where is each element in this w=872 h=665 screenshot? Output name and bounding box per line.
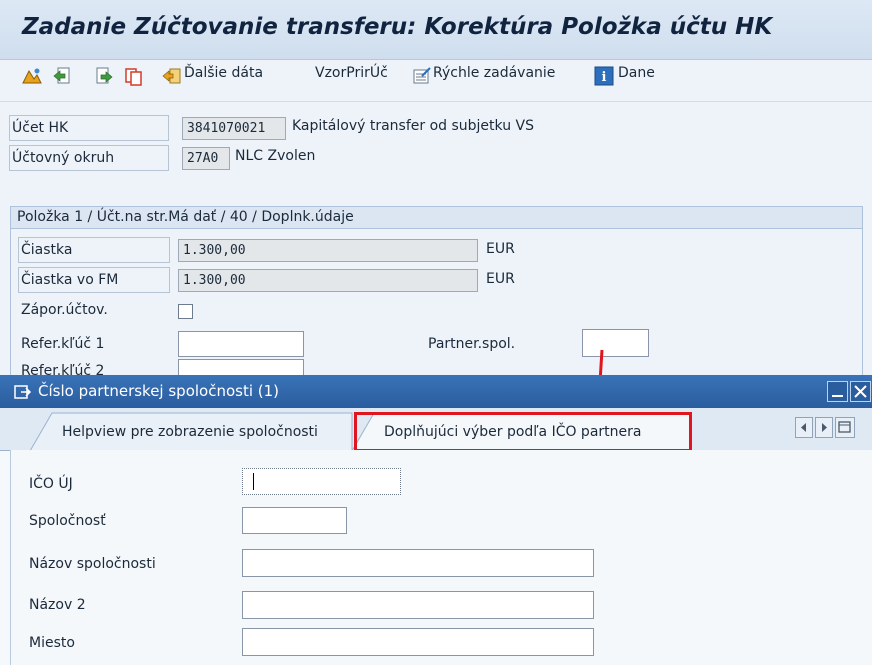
ucet-hk-description: Kapitálový transfer od subjetku VS <box>292 118 534 134</box>
rychle-zadavanie-button[interactable]: Rýchle zadávanie <box>433 65 555 81</box>
vzor-button[interactable]: VzorPrirÚč <box>315 65 388 81</box>
more-data-icon[interactable] <box>162 66 182 86</box>
ucet-hk-label: Účet HK <box>9 115 169 141</box>
back-doc-icon[interactable] <box>52 66 72 86</box>
close-button[interactable] <box>850 381 871 402</box>
popup-window-icon <box>14 385 32 399</box>
popup-title: Číslo partnerskej spoločnosti (1) <box>38 382 280 400</box>
spolocnost-input[interactable] <box>242 507 347 534</box>
dalsie-data-button[interactable]: Ďalšie dáta <box>184 65 263 81</box>
arrow-right-icon <box>822 423 827 432</box>
ico-uj-label: IČO ÚJ <box>29 476 73 492</box>
fast-entry-icon[interactable] <box>412 66 432 86</box>
active-tab-highlight <box>354 412 692 452</box>
zapor-uctov-label: Zápor.účtov. <box>21 302 108 318</box>
nazov-2-input[interactable] <box>242 591 594 619</box>
miesto-input[interactable] <box>242 628 594 656</box>
refer-kluc-1-input[interactable] <box>178 331 304 357</box>
info-icon[interactable]: i <box>594 66 614 86</box>
dane-button[interactable]: Dane <box>618 65 655 81</box>
nazov-spolocnosti-label: Názov spoločnosti <box>29 556 156 572</box>
refer-kluc-1-label: Refer.kľúč 1 <box>21 336 105 352</box>
partner-spol-label: Partner.spol. <box>428 336 516 352</box>
ciastka-fm-currency: EUR <box>486 271 515 287</box>
minimize-icon <box>832 395 843 397</box>
tab-scroll-left-button[interactable] <box>795 417 813 438</box>
next-doc-icon[interactable] <box>94 66 114 86</box>
ciastka-fm-label: Čiastka vo FM <box>18 267 170 293</box>
tab-list-button[interactable] <box>835 417 855 438</box>
ciastka-currency: EUR <box>486 241 515 257</box>
close-icon <box>854 385 867 398</box>
ucet-hk-field[interactable]: 3841070021 <box>182 117 286 140</box>
ciastka-label: Čiastka <box>18 237 170 263</box>
uctovny-okruh-label: Účtovný okruh <box>9 145 169 171</box>
item-group-box <box>10 206 863 386</box>
item-group-title: Položka 1 / Účt.na str.Má dať / 40 / Dop… <box>17 209 354 225</box>
arrow-left-icon <box>801 423 806 432</box>
overview-icon[interactable] <box>22 66 42 86</box>
nazov-2-label: Názov 2 <box>29 597 86 613</box>
minimize-button[interactable] <box>827 381 848 402</box>
uctovny-okruh-field[interactable]: 27A0 <box>182 147 230 170</box>
ico-uj-input[interactable] <box>242 468 401 495</box>
nazov-spolocnosti-input[interactable] <box>242 549 594 577</box>
tab-helpview[interactable]: Helpview pre zobrazenie spoločnosti <box>62 424 318 440</box>
tab-list-icon <box>838 421 851 433</box>
tab-scroll-right-button[interactable] <box>815 417 833 438</box>
text-cursor <box>253 473 254 490</box>
copy-icon[interactable] <box>124 66 144 86</box>
miesto-label: Miesto <box>29 635 75 651</box>
item-group-header: Položka 1 / Účt.na str.Má dať / 40 / Dop… <box>10 206 863 229</box>
toolbar: Ďalšie dáta VzorPrirÚč Rýchle zadávanie … <box>0 60 872 102</box>
uctovny-okruh-description: NLC Zvolen <box>235 148 316 164</box>
svg-text:i: i <box>602 70 607 85</box>
ciastka-fm-field[interactable]: 1.300,00 <box>178 269 478 292</box>
window-title: Zadanie Zúčtovanie transferu: Korektúra … <box>22 14 773 40</box>
zapor-uctov-checkbox[interactable] <box>178 304 193 319</box>
spolocnost-label: Spoločnosť <box>29 513 106 529</box>
ciastka-field[interactable]: 1.300,00 <box>178 239 478 262</box>
